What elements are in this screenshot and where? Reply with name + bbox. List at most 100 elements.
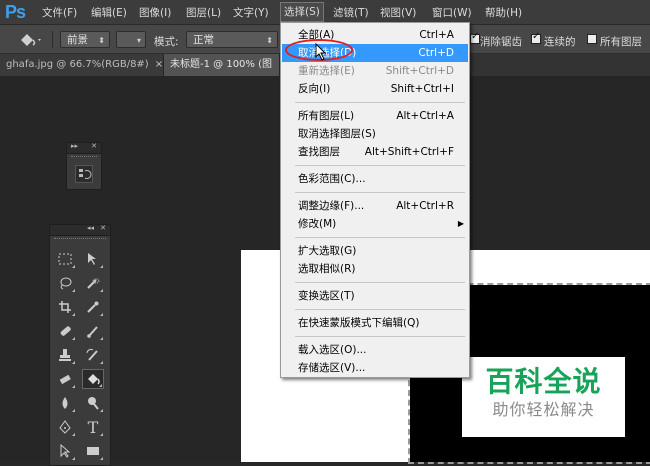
- menu-item-reselect[interactable]: 重新选择(E) Shift+Ctrl+D: [282, 62, 468, 80]
- menu-separator: [295, 165, 465, 166]
- paint-bucket-icon: [21, 34, 41, 46]
- pattern-picker[interactable]: ▾: [116, 31, 146, 48]
- menu-type[interactable]: 文字(Y): [233, 5, 269, 20]
- tab-label: 未标题-1 @ 100% (图: [170, 59, 272, 70]
- menu-view[interactable]: 视图(V): [380, 5, 416, 20]
- close-icon[interactable]: ×: [155, 59, 163, 70]
- collapsed-panel[interactable]: ▸▸ ✕: [66, 142, 102, 190]
- panel-header: ◂◂ ✕: [50, 224, 110, 236]
- pen-tool[interactable]: [54, 417, 76, 437]
- menu-item-label: 反向(I): [298, 83, 331, 95]
- menu-item-deselect-layers[interactable]: 取消选择图层(S): [282, 125, 468, 143]
- menu-item-modify[interactable]: 修改(M) ▶: [282, 215, 468, 233]
- rectangle-tool[interactable]: [82, 441, 104, 461]
- menu-separator: [295, 282, 465, 283]
- menu-window[interactable]: 窗口(W): [432, 5, 472, 20]
- eyedropper-tool[interactable]: [82, 297, 104, 317]
- menu-item-label: 选取相似(R): [298, 263, 356, 275]
- healing-brush-tool[interactable]: [54, 321, 76, 341]
- eraser-tool[interactable]: [54, 369, 76, 389]
- crop-tool[interactable]: [54, 297, 76, 317]
- menu-edit[interactable]: 编辑(E): [91, 5, 127, 20]
- path-selection-tool[interactable]: [54, 441, 76, 461]
- move-icon: [88, 253, 96, 265]
- menu-item-label: 在快速蒙版模式下编辑(Q): [298, 317, 420, 329]
- menu-item-transform-selection[interactable]: 变换选区(T): [282, 287, 468, 305]
- menu-separator: [295, 336, 465, 337]
- menu-item-all-layers[interactable]: 所有图层(L) Alt+Ctrl+A: [282, 107, 468, 125]
- menu-item-quick-mask[interactable]: 在快速蒙版模式下编辑(Q): [282, 314, 468, 332]
- type-tool[interactable]: T: [82, 417, 104, 437]
- panel-grip[interactable]: [71, 156, 97, 161]
- mode-select[interactable]: 正常 ⬍: [186, 31, 278, 48]
- menu-item-label: 修改(M): [298, 218, 337, 230]
- menu-item-label: 查找图层: [298, 146, 340, 158]
- crop-icon: [59, 301, 71, 313]
- history-brush-tool[interactable]: [82, 345, 104, 365]
- all-layers-checkbox[interactable]: [587, 34, 597, 44]
- paint-bucket-tool-preset[interactable]: [18, 31, 44, 49]
- mouse-cursor-icon: [315, 43, 327, 61]
- blur-tool[interactable]: [54, 393, 76, 413]
- menu-item-grow[interactable]: 扩大选取(G): [282, 242, 468, 260]
- rectangle-icon: [87, 447, 99, 455]
- menu-item-save-selection[interactable]: 存储选区(V)...: [282, 359, 468, 377]
- menu-separator: [295, 309, 465, 310]
- history-icon: [79, 169, 92, 179]
- close-icon[interactable]: ✕: [91, 142, 97, 150]
- close-icon[interactable]: ✕: [100, 224, 106, 232]
- quick-selection-icon: [87, 278, 100, 289]
- paint-bucket-icon: [88, 374, 100, 385]
- tab-label: ghafa.jpg @ 66.7%(RGB/8#): [6, 59, 149, 70]
- panel-grip[interactable]: [54, 238, 106, 243]
- menu-item-shortcut: Ctrl+A: [419, 29, 454, 41]
- menu-item-find-layers[interactable]: 查找图层 Alt+Shift+Ctrl+F: [282, 143, 468, 161]
- antialias-checkbox[interactable]: [470, 31, 480, 44]
- pen-icon: [59, 420, 71, 434]
- menu-item-shortcut: Shift+Ctrl+D: [385, 65, 454, 77]
- tab-untitled[interactable]: 未标题-1 @ 100% (图: [164, 54, 280, 76]
- mode-value: 正常: [193, 34, 214, 46]
- menu-item-shortcut: Shift+Ctrl+I: [390, 83, 454, 95]
- dodge-tool[interactable]: [82, 393, 104, 413]
- brush-tool[interactable]: [82, 321, 104, 341]
- menu-item-label: 色彩范围(C)...: [298, 173, 366, 185]
- collapse-icon[interactable]: ◂◂: [87, 224, 94, 232]
- drop-icon: [62, 397, 68, 409]
- menu-layer[interactable]: 图层(L): [186, 5, 221, 20]
- menu-item-label: 所有图层(L): [298, 110, 355, 122]
- updown-icon: ⬍: [266, 36, 273, 45]
- eyedropper-icon: [87, 301, 99, 313]
- menu-item-refine-edge[interactable]: 调整边缘(F)... Alt+Ctrl+R: [282, 197, 468, 215]
- menu-item-label: 变换选区(T): [298, 290, 355, 302]
- panel-header: ▸▸ ✕: [67, 142, 101, 154]
- expand-icon[interactable]: ▸▸: [71, 142, 78, 150]
- menu-help[interactable]: 帮助(H): [485, 5, 522, 20]
- menu-image[interactable]: 图像(I): [139, 5, 171, 20]
- clone-stamp-tool[interactable]: [54, 345, 76, 365]
- menu-item-color-range[interactable]: 色彩范围(C)...: [282, 170, 468, 188]
- menu-file[interactable]: 文件(F): [42, 5, 77, 20]
- menu-item-label: 取消选择图层(S): [298, 128, 376, 140]
- menu-item-load-selection[interactable]: 载入选区(O)...: [282, 341, 468, 359]
- quick-selection-tool[interactable]: [82, 273, 104, 293]
- menu-item-similar[interactable]: 选取相似(R): [282, 260, 468, 278]
- tab-ghafa[interactable]: ghafa.jpg @ 66.7%(RGB/8#) ×: [0, 54, 164, 76]
- select-menu-dropdown: 全部(A) Ctrl+A 取消选择(D) Ctrl+D 重新选择(E) Shift+C…: [280, 22, 470, 378]
- stamp-icon: [59, 349, 71, 361]
- fill-source-select[interactable]: 前景 ⬍: [60, 31, 110, 48]
- paint-bucket-tool[interactable]: [82, 369, 104, 389]
- dodge-icon: [88, 397, 99, 410]
- type-icon: T: [87, 417, 99, 437]
- marquee-tool[interactable]: [54, 249, 76, 269]
- menu-filter[interactable]: 滤镜(T): [333, 5, 369, 20]
- history-panel-button[interactable]: [75, 165, 93, 183]
- menu-item-inverse[interactable]: 反向(I) Shift+Ctrl+I: [282, 80, 468, 98]
- move-tool[interactable]: [82, 249, 104, 269]
- lasso-tool[interactable]: [54, 273, 76, 293]
- lasso-icon: [60, 277, 72, 290]
- antialias-label: 消除锯齿: [480, 36, 522, 48]
- chevron-down-icon: ▾: [136, 36, 141, 45]
- menu-select[interactable]: 选择(S): [280, 2, 324, 22]
- contiguous-checkbox[interactable]: [531, 31, 541, 44]
